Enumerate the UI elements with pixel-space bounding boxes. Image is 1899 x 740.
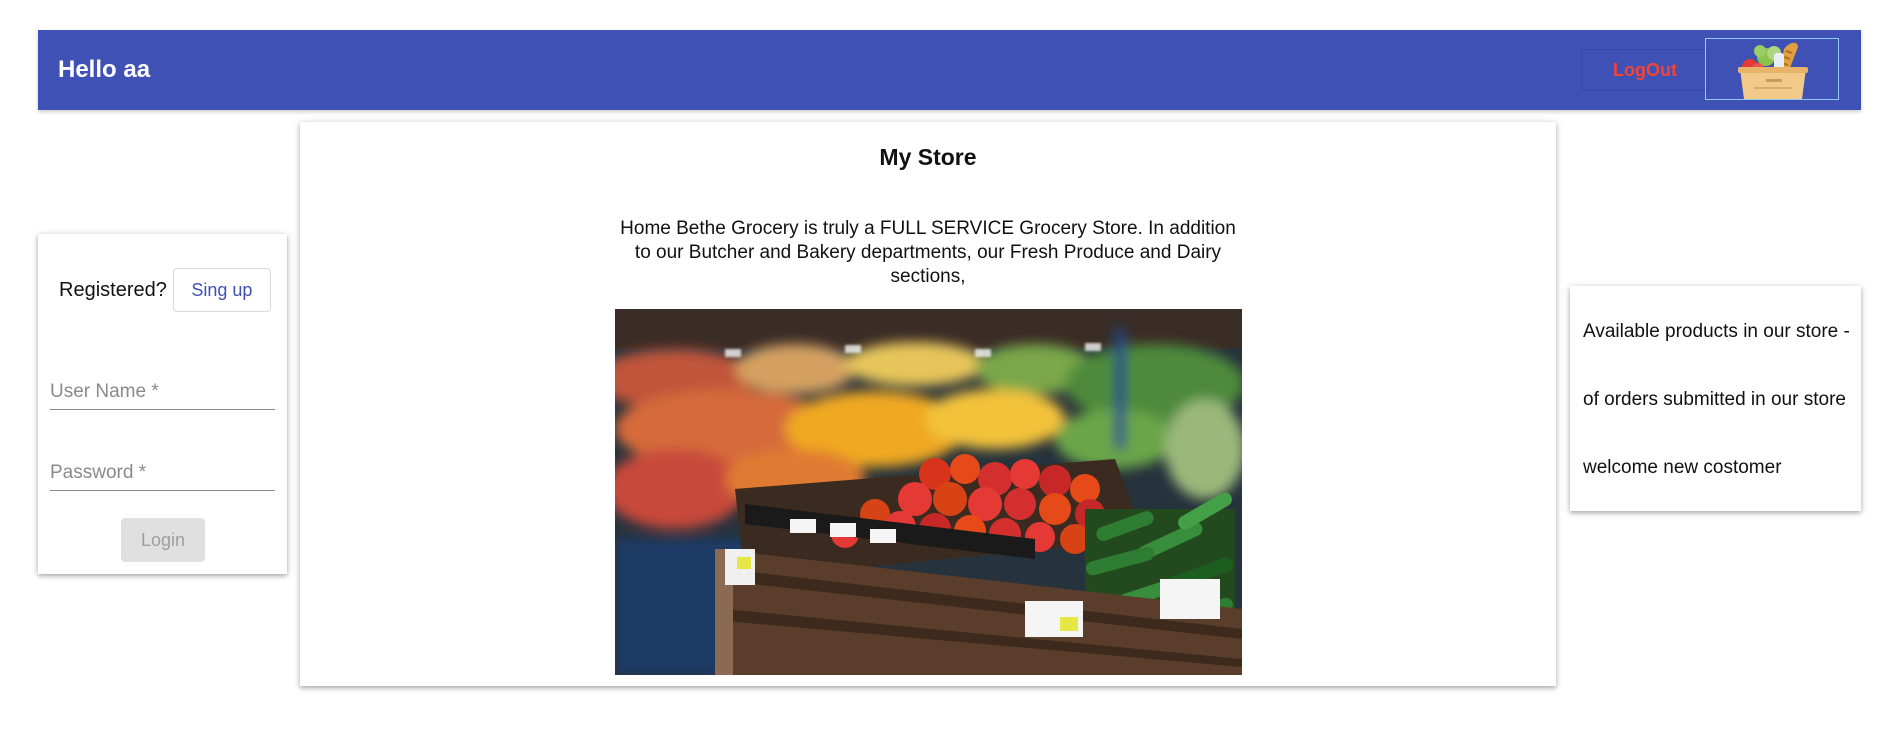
username-input[interactable] bbox=[50, 377, 275, 410]
signup-row: Registered? Sing up bbox=[59, 268, 271, 312]
store-card: My Store Home Bethe Grocery is truly a F… bbox=[300, 122, 1556, 686]
login-card: Registered? Sing up Login bbox=[38, 234, 287, 574]
app-bar: Hello aa LogOut bbox=[38, 30, 1861, 110]
orders-submitted-text: of orders submitted in our store bbox=[1583, 389, 1846, 410]
login-button[interactable]: Login bbox=[121, 518, 205, 562]
store-description: Home Bethe Grocery is truly a FULL SERVI… bbox=[620, 218, 1236, 287]
registered-label: Registered? bbox=[59, 278, 167, 301]
produce-display-image bbox=[615, 309, 1242, 675]
signup-button[interactable]: Sing up bbox=[172, 268, 271, 312]
logo-button[interactable] bbox=[1705, 38, 1839, 100]
password-field-wrapper bbox=[50, 458, 275, 491]
welcome-text: welcome new costomer bbox=[1583, 457, 1782, 478]
store-title: My Store bbox=[879, 144, 977, 170]
greeting-title: Hello aa bbox=[58, 56, 151, 83]
password-input[interactable] bbox=[50, 458, 275, 491]
store-info-card: Available products in our store - of ord… bbox=[1570, 286, 1861, 511]
available-products-text: Available products in our store - bbox=[1583, 321, 1850, 342]
username-field-wrapper bbox=[50, 377, 275, 410]
logout-button[interactable]: LogOut bbox=[1581, 49, 1709, 91]
grocery-basket-icon bbox=[1738, 42, 1808, 99]
